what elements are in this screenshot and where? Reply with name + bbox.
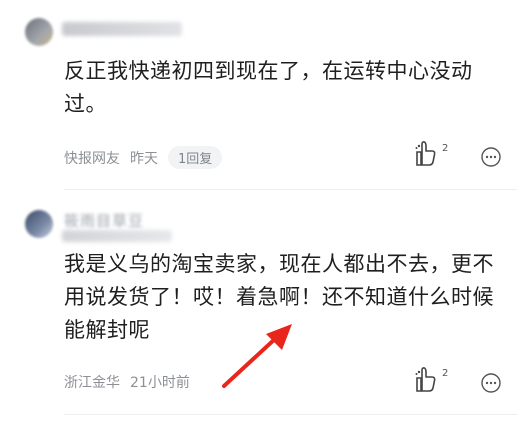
avatar[interactable] [25,210,53,238]
annotation-arrow-icon [222,324,292,388]
thumbs-up-icon [415,367,436,392]
comment-meta: 快报网友 昨天 1回复 [64,146,223,169]
like-count: 2 [442,368,449,379]
comment-bubble-icon [481,373,501,393]
username-blur-overlay [62,230,172,242]
comment-reply-button[interactable] [480,146,502,168]
comment-bubble-icon [481,147,501,167]
username-blurred[interactable] [62,22,182,36]
divider [64,189,517,190]
comment-time: 昨天 [130,150,158,167]
divider [64,414,517,415]
avatar[interactable] [25,18,53,46]
username[interactable]: 筱雨目草豆 [64,210,144,231]
comment-time: 21小时前 [130,375,190,391]
reply-count-button[interactable]: 1回复 [168,146,223,169]
comment-location: 快报网友 [64,150,120,167]
comment-meta: 浙江金华 21小时前 [64,372,190,392]
comment-reply-button[interactable] [480,372,502,394]
comment-text: 反正我快递初四到现在了，在运转中心没动过。 [64,59,473,116]
thumbs-up-icon [415,141,436,166]
comment-location: 浙江金华 [64,375,120,391]
like-count: 2 [442,143,449,154]
